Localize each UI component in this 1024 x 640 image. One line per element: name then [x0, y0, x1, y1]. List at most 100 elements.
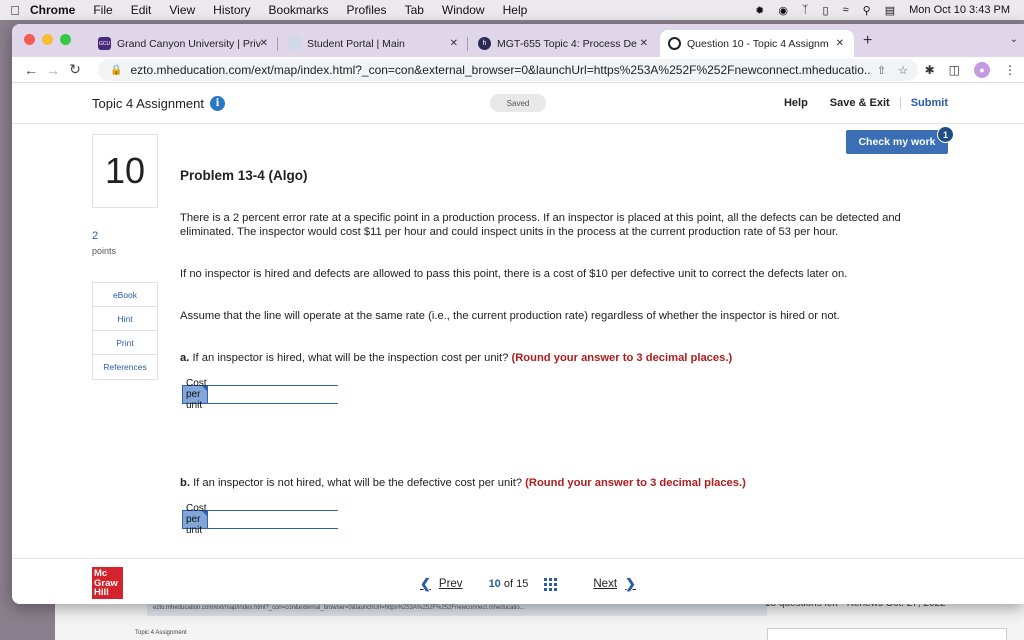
next-label: Next: [593, 578, 618, 590]
check-my-work-button[interactable]: Check my work: [846, 130, 948, 154]
menu-help[interactable]: Help: [503, 3, 528, 17]
apple-icon[interactable]: : [0, 3, 30, 18]
forward-arrow-icon[interactable]: →: [42, 62, 64, 78]
part-a-cost-input[interactable]: [206, 386, 343, 403]
minimize-window-button[interactable]: [42, 34, 53, 45]
connect-favicon-icon: [668, 37, 681, 50]
menu-app-chrome[interactable]: Chrome: [30, 3, 75, 17]
close-tab-icon[interactable]: ✕: [260, 38, 268, 49]
question-paragraph-3: Assume that the line will operate at the…: [180, 310, 840, 322]
side-panel-icon[interactable]: ◫: [949, 63, 960, 77]
question-grid-icon[interactable]: [544, 577, 558, 591]
check-count-badge: 1: [937, 126, 954, 143]
battery-icon[interactable]: ▯: [823, 4, 829, 17]
assignment-title: Topic 4 Assignment i: [92, 96, 226, 111]
menu-history[interactable]: History: [213, 3, 250, 17]
tab-mgt655[interactable]: h MGT-655 Topic 4: Process De ✕: [470, 30, 658, 57]
part-a-field-label: Cost per unit: [183, 378, 207, 411]
lock-icon[interactable]: 🔒: [110, 65, 122, 76]
tab-title: Student Portal | Main: [307, 37, 405, 50]
chrome-menu-icon[interactable]: ⋮: [1004, 63, 1016, 77]
gcu-favicon-icon: GCU: [98, 37, 111, 50]
reload-icon[interactable]: ↻: [64, 61, 86, 78]
extensions-puzzle-icon[interactable]: ✱: [925, 63, 935, 77]
menu-tab[interactable]: Tab: [405, 3, 424, 17]
address-bar[interactable]: 🔒 ezto.mheducation.com/ext/map/index.htm…: [98, 59, 918, 81]
part-a-note: (Round your answer to 3 decimal places.): [511, 352, 733, 364]
current-question: 10: [488, 578, 501, 590]
record-status-icon[interactable]: ◉: [778, 4, 788, 17]
question-paragraph-2: If no inspector is hired and defects are…: [180, 268, 848, 280]
bluetooth-icon[interactable]: ᛉ: [802, 4, 809, 16]
background-input-box: [767, 628, 1007, 640]
menu-bookmarks[interactable]: Bookmarks: [269, 3, 329, 17]
close-tab-icon[interactable]: ✕: [640, 38, 648, 49]
tab-search-chevron-icon[interactable]: ⌄: [1010, 34, 1018, 45]
tab-bar: GCU Grand Canyon University | Priv ✕ Stu…: [12, 24, 1024, 57]
url-text[interactable]: ezto.mheducation.com/ext/map/index.html?…: [130, 63, 870, 77]
help-link[interactable]: Help: [784, 97, 808, 109]
window-controls: [24, 34, 71, 45]
question-paragraph-1: There is a 2 percent error rate at a spe…: [180, 212, 901, 238]
of-label: of: [503, 578, 514, 590]
question-number: 10: [92, 134, 158, 208]
tab-student-portal[interactable]: Student Portal | Main ✕: [280, 30, 468, 57]
macos-menubar:  Chrome File Edit View History Bookmark…: [0, 0, 1024, 20]
ebook-link[interactable]: eBook: [93, 283, 157, 307]
menu-file[interactable]: File: [93, 3, 112, 17]
prev-label: Prev: [438, 578, 463, 590]
hint-link[interactable]: Hint: [93, 307, 157, 331]
page-content: Topic 4 Assignment i Saved Help Save & E…: [12, 84, 1024, 604]
part-a-prompt: a. If an inspector is hired, what will b…: [180, 351, 940, 365]
submit-link[interactable]: Submit: [911, 97, 948, 109]
menu-window[interactable]: Window: [442, 3, 485, 17]
chevron-left-icon: ❮: [420, 576, 431, 591]
wifi-icon[interactable]: ≈: [843, 4, 849, 16]
browser-window: GCU Grand Canyon University | Priv ✕ Stu…: [12, 24, 1024, 604]
browser-toolbar: ← → ↻ 🔒 ezto.mheducation.com/ext/map/ind…: [12, 57, 1024, 83]
part-a-label: a.: [180, 352, 190, 364]
profile-avatar-icon[interactable]: ●: [974, 62, 990, 78]
assignment-title-text: Topic 4 Assignment: [92, 96, 205, 111]
menu-edit[interactable]: Edit: [131, 3, 152, 17]
tab-title: Question 10 - Topic 4 Assignm: [687, 37, 829, 50]
save-exit-link[interactable]: Save & Exit: [830, 97, 901, 109]
tab-gcu[interactable]: GCU Grand Canyon University | Priv ✕: [90, 30, 278, 57]
print-link[interactable]: Print: [93, 331, 157, 355]
background-url-bar: ezto.mheducation.com/ext/map/index.html?…: [147, 602, 767, 616]
info-icon[interactable]: i: [210, 96, 226, 111]
mcgraw-hill-logo: Mc Graw Hill: [92, 567, 123, 599]
references-link[interactable]: References: [93, 355, 157, 379]
tab-title: Grand Canyon University | Priv: [117, 37, 261, 50]
halo-favicon-icon: h: [478, 37, 491, 50]
chevron-right-icon: ❯: [625, 576, 636, 591]
bookmark-star-icon[interactable]: ☆: [898, 64, 908, 77]
share-icon[interactable]: ⇧: [877, 64, 886, 77]
back-arrow-icon[interactable]: ←: [20, 62, 42, 78]
menu-profiles[interactable]: Profiles: [347, 3, 387, 17]
portal-favicon-icon: [288, 37, 301, 50]
close-window-button[interactable]: [24, 34, 35, 45]
new-tab-button[interactable]: +: [863, 32, 872, 50]
part-b-field-label: Cost per unit: [183, 503, 207, 536]
close-tab-icon[interactable]: ✕: [836, 38, 844, 49]
problem-title: Problem 13-4 (Algo): [180, 168, 308, 183]
part-b-prompt: b. If an inspector is not hired, what wi…: [180, 476, 940, 490]
prev-button[interactable]: ❮ Prev: [420, 576, 463, 592]
gear-status-icon[interactable]: ✹: [755, 4, 764, 17]
saved-status-badge: Saved: [490, 94, 546, 112]
part-a-text: If an inspector is hired, what will be t…: [192, 352, 509, 364]
tab-question-10[interactable]: Question 10 - Topic 4 Assignm ✕: [660, 30, 854, 57]
part-b-text: If an inspector is not hired, what will …: [193, 477, 523, 489]
control-center-icon[interactable]: ▤: [885, 4, 895, 17]
part-b-label: b.: [180, 477, 190, 489]
close-tab-icon[interactable]: ✕: [450, 38, 458, 49]
next-button[interactable]: Next ❯: [593, 576, 636, 592]
total-questions: 15: [516, 578, 529, 590]
part-b-cost-input[interactable]: [206, 511, 343, 528]
menubar-clock[interactable]: Mon Oct 10 3:43 PM: [909, 4, 1010, 16]
spotlight-search-icon[interactable]: ⚲: [863, 4, 871, 17]
question-pager: ❮ Prev 10 of 15 Next ❯: [420, 576, 636, 592]
menu-view[interactable]: View: [169, 3, 195, 17]
zoom-window-button[interactable]: [60, 34, 71, 45]
